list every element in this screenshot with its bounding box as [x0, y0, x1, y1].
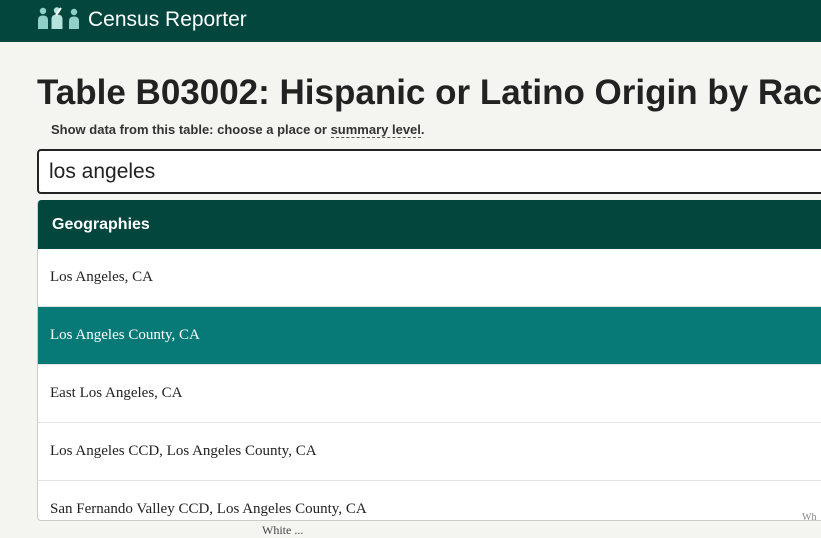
obscured-table-text-right: Wh	[802, 512, 817, 523]
hint-text: Show data from this table: choose a plac…	[51, 122, 331, 137]
suggestion-item[interactable]: Los Angeles, CA	[38, 249, 821, 307]
suggestion-item-highlighted[interactable]: Los Angeles County, CA	[38, 307, 821, 365]
brand-name[interactable]: Census Reporter	[88, 7, 247, 33]
summary-level-link[interactable]: summary level	[330, 122, 421, 138]
search-hint: Show data from this table: choose a plac…	[51, 122, 425, 138]
suggestion-item[interactable]: East Los Angeles, CA	[38, 365, 821, 423]
people-icon[interactable]	[37, 7, 83, 29]
suggestions-header: Geographies	[38, 200, 821, 249]
page-title: Table B03002: Hispanic or Latino Origin …	[37, 73, 821, 112]
top-navigation-bar: Census Reporter	[0, 0, 821, 42]
geography-suggestions: Geographies Los Angeles, CA Los Angeles …	[37, 200, 821, 521]
suggestion-item[interactable]: San Fernando Valley CCD, Los Angeles Cou…	[38, 481, 821, 520]
place-search-input[interactable]	[37, 149, 821, 194]
hint-period: .	[420, 122, 425, 137]
suggestion-item[interactable]: Los Angeles CCD, Los Angeles County, CA	[38, 423, 821, 481]
